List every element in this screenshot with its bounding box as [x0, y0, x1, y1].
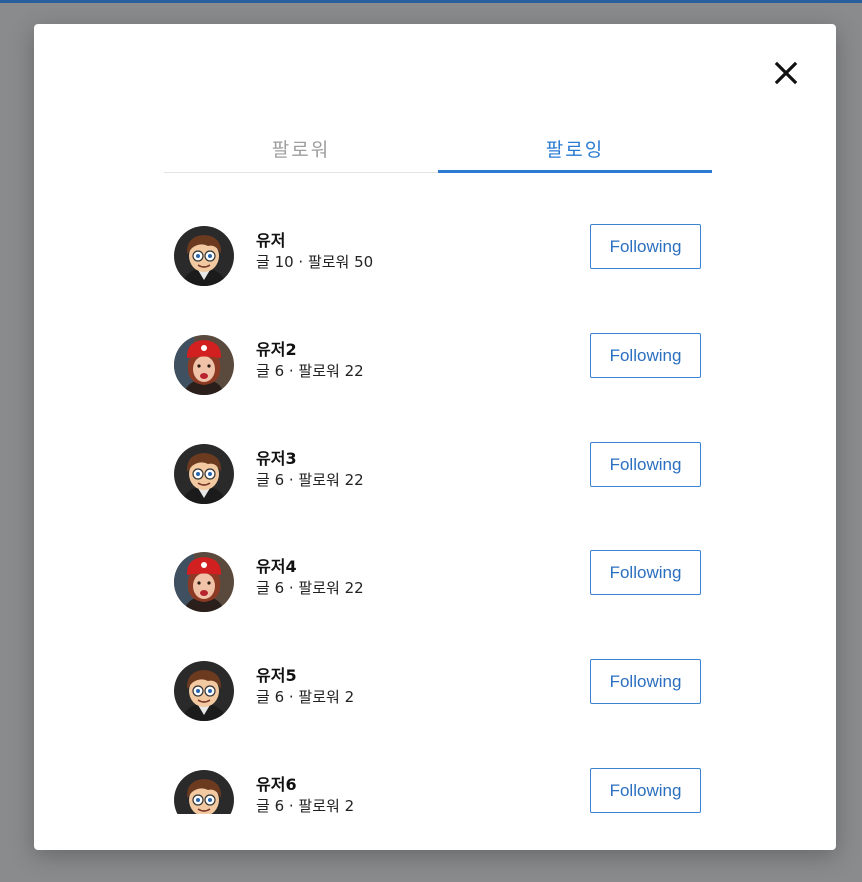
list-item: 유저4 글 6 · 팔로워 22 Following — [34, 526, 836, 634]
user-stats: 글 6 · 팔로워 22 — [256, 579, 364, 597]
close-button[interactable] — [772, 59, 800, 87]
user-name[interactable]: 유저2 — [256, 336, 297, 360]
user-stats: 글 6 · 팔로워 2 — [256, 797, 355, 814]
avatar[interactable] — [174, 226, 234, 286]
user-name[interactable]: 유저4 — [256, 553, 297, 577]
following-button[interactable]: Following — [590, 333, 701, 378]
tab-following-label: 팔로잉 — [545, 138, 605, 161]
woman-avatar-image — [174, 552, 234, 612]
avatar[interactable] — [174, 335, 234, 395]
user-name[interactable]: 유저6 — [256, 771, 297, 795]
avatar[interactable] — [174, 444, 234, 504]
following-button[interactable]: Following — [590, 224, 701, 269]
user-name[interactable]: 유저5 — [256, 662, 297, 686]
tab-followers[interactable]: 팔로워 — [164, 124, 438, 172]
following-button[interactable]: Following — [590, 550, 701, 595]
woman-avatar-image — [174, 335, 234, 395]
tab-bar: 팔로워 팔로잉 — [164, 124, 712, 173]
list-item: 유저6 글 6 · 팔로워 2 Following — [34, 744, 836, 814]
user-stats: 글 6 · 팔로워 2 — [256, 688, 355, 706]
list-item: 유저3 글 6 · 팔로워 22 Following — [34, 418, 836, 526]
app-header-strip — [0, 0, 862, 3]
following-list[interactable]: 유저 글 10 · 팔로워 50 Following 유저2 글 6 · 팔로워… — [34, 200, 836, 814]
boy-avatar-image — [174, 770, 234, 814]
tab-followers-label: 팔로워 — [271, 138, 331, 161]
avatar[interactable] — [174, 552, 234, 612]
list-item: 유저2 글 6 · 팔로워 22 Following — [34, 309, 836, 417]
user-name[interactable]: 유저3 — [256, 445, 297, 469]
user-name[interactable]: 유저 — [256, 227, 285, 251]
list-item: 유저5 글 6 · 팔로워 2 Following — [34, 635, 836, 743]
following-button[interactable]: Following — [590, 659, 701, 704]
avatar[interactable] — [174, 770, 234, 814]
boy-avatar-image — [174, 444, 234, 504]
tab-following[interactable]: 팔로잉 — [438, 124, 712, 173]
boy-avatar-image — [174, 661, 234, 721]
following-button[interactable]: Following — [590, 442, 701, 487]
user-stats: 글 6 · 팔로워 22 — [256, 471, 364, 489]
avatar[interactable] — [174, 661, 234, 721]
follow-modal: 팔로워 팔로잉 유저 글 10 · 팔로워 50 Following 유저2 글… — [34, 24, 836, 850]
boy-avatar-image — [174, 226, 234, 286]
following-button[interactable]: Following — [590, 768, 701, 813]
close-icon — [774, 61, 798, 85]
user-stats: 글 10 · 팔로워 50 — [256, 253, 374, 271]
list-item: 유저 글 10 · 팔로워 50 Following — [34, 200, 836, 308]
user-stats: 글 6 · 팔로워 22 — [256, 362, 364, 380]
